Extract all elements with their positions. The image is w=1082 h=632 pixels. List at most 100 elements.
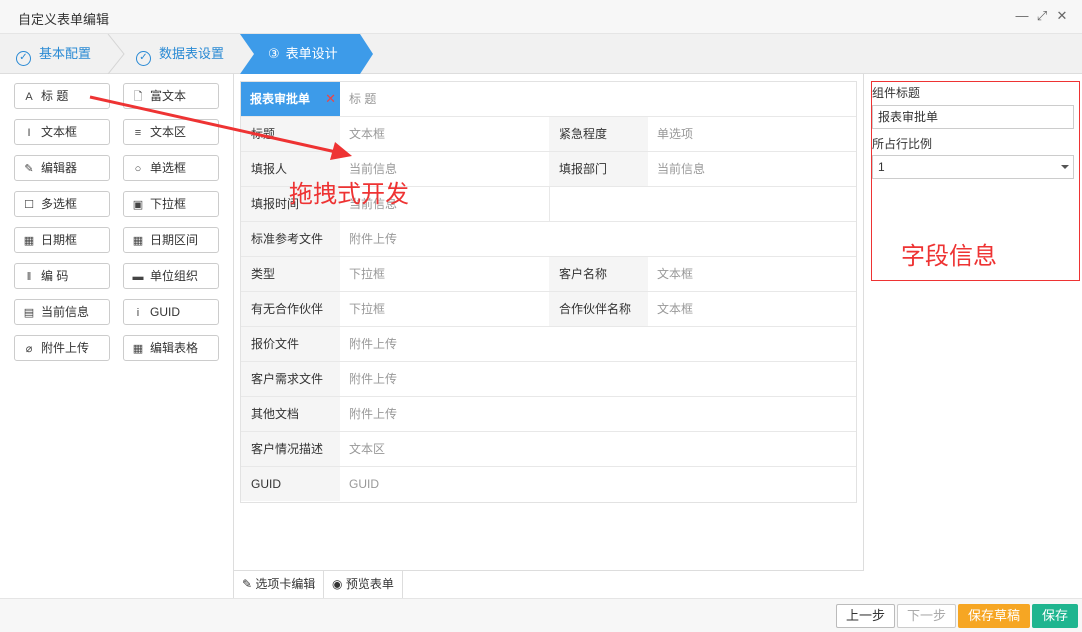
field-label: 标准参考文件 [241, 222, 340, 256]
form-row[interactable]: 标准参考文件 附件上传 [241, 222, 856, 257]
info-card-icon: ▤ [23, 307, 35, 319]
field-info-annotation: 字段信息 [901, 242, 997, 270]
toolbox-item[interactable]: ☐ 多选框 [14, 191, 110, 217]
selected-form-title[interactable]: 报表审批单 ✕ [241, 82, 340, 116]
next-step-button[interactable]: 下一步 [897, 604, 957, 628]
field-label: 报价文件 [241, 327, 340, 361]
toolbox-item[interactable]: ○ 单选框 [123, 155, 219, 181]
toolbox-item[interactable]: ≡ 文本区 [123, 119, 219, 145]
step-basic-config[interactable]: ✓ 基本配置 [16, 34, 91, 74]
field-control-placeholder[interactable]: 文本框 [340, 117, 549, 151]
tab-preview-form[interactable]: ◉ 预览表单 [324, 571, 403, 598]
field-control-placeholder[interactable]: GUID [340, 467, 858, 501]
toolbox-item-label: 富文本 [150, 89, 187, 103]
ratio-label: 所占行比例 [872, 137, 933, 151]
toolbox-item[interactable]: ▣ 下拉框 [123, 191, 219, 217]
field-control-placeholder[interactable]: 附件上传 [340, 397, 858, 431]
form-row[interactable]: 客户需求文件 附件上传 [241, 362, 856, 397]
step-active-arrow [360, 34, 373, 74]
edit-icon: ✎ [242, 577, 253, 591]
form-grid: 报表审批单 ✕ 标 题 标题 文本框 紧急程度 单选项 填报人 当前信息 填报部门 当前信息填… [240, 81, 857, 503]
radio-icon: ○ [134, 163, 142, 175]
eye-icon: ◉ [332, 577, 343, 591]
field-label: 其他文档 [241, 397, 340, 431]
toolbox-item[interactable]: ▦ 日期框 [14, 227, 110, 253]
step-label: 表单设计 [285, 46, 338, 61]
form-row[interactable]: 其他文档 附件上传 [241, 397, 856, 432]
remove-icon[interactable]: ✕ [325, 82, 336, 116]
field-control-placeholder[interactable]: 单选项 [648, 117, 857, 151]
step-datatable-settings[interactable]: ✓ 数据表设置 [136, 34, 224, 74]
paperclip-icon: ⌀ [25, 343, 33, 355]
form-row[interactable]: 类型 下拉框 客户名称 文本框 [241, 257, 856, 292]
toolbox-item[interactable]: A标 题 [14, 83, 110, 109]
toolbox-item-label: 编 码 [41, 269, 69, 283]
field-control-placeholder[interactable]: 文本区 [340, 432, 858, 466]
step-number: ③ [268, 46, 280, 61]
field-control-placeholder[interactable]: 文本框 [648, 292, 857, 326]
save-draft-button[interactable]: 保存草稿 [958, 604, 1031, 628]
toolbox-item-label: 编辑表格 [150, 341, 199, 355]
check-circle-icon: ✓ [136, 51, 151, 66]
field-control-placeholder[interactable]: 下拉框 [340, 257, 549, 291]
close-icon[interactable]: ✕ [1054, 8, 1070, 24]
toolbox-item[interactable]: 🗋 富文本 [123, 83, 219, 109]
field-label: 客户名称 [549, 257, 648, 291]
wizard-stepbar: ✓ 基本配置 ✓ 数据表设置 ③ 表单设计 [0, 34, 1082, 74]
properties-panel: 组件标题 报表审批单 所占行比例 1 字段信息 [865, 74, 1082, 598]
component-title-label: 组件标题 [872, 86, 921, 100]
toolbox-item[interactable]: ▦ 日期区间 [123, 227, 219, 253]
prev-step-button[interactable]: 上一步 [836, 604, 896, 628]
tab-label: 选项卡编辑 [255, 577, 316, 591]
dialog-footer: 上一步 下一步 保存草稿 保存 [0, 598, 1082, 632]
form-title-row[interactable]: 报表审批单 ✕ 标 题 [241, 82, 856, 117]
step-label: 数据表设置 [159, 46, 225, 61]
dropdown-icon: ▣ [132, 199, 144, 211]
toolbox-item-label: 附件上传 [41, 341, 90, 355]
italic-cursor-icon: I [27, 127, 31, 139]
toolbox-item[interactable]: ⌀ 附件上传 [14, 335, 110, 361]
field-control-placeholder[interactable]: 附件上传 [340, 362, 858, 396]
form-row[interactable]: 报价文件 附件上传 [241, 327, 856, 362]
maximize-icon[interactable]: ⤢ [1034, 8, 1050, 24]
form-row[interactable]: GUID GUID [241, 467, 856, 502]
toolbox-item-label: 日期框 [41, 233, 78, 247]
field-control-placeholder[interactable]: 文本框 [648, 257, 857, 291]
form-row[interactable]: 标题 文本框 紧急程度 单选项 [241, 117, 856, 152]
form-row[interactable]: 客户情况描述 文本区 [241, 432, 856, 467]
toolbox-item[interactable]: ▬ 单位组织 [123, 263, 219, 289]
toolbox-item[interactable]: ‖ 编 码 [14, 263, 110, 289]
checkbox-icon: ☐ [24, 199, 34, 211]
step-form-design[interactable]: ③ 表单设计 [240, 34, 360, 74]
field-control-placeholder[interactable]: 附件上传 [340, 222, 858, 256]
form-row[interactable]: 有无合作伙伴 下拉框 合作伙伴名称 文本框 [241, 292, 856, 327]
toolbox-item-label: 单位组织 [150, 269, 199, 283]
field-control-placeholder[interactable]: 下拉框 [340, 292, 549, 326]
toolbox-item[interactable]: ✎ 编辑器 [14, 155, 110, 181]
field-control-placeholder[interactable]: 附件上传 [340, 327, 858, 361]
ratio-select[interactable]: 1 [872, 155, 1074, 179]
tab-label: 预览表单 [345, 577, 394, 591]
title-placeholder: 标 题 [349, 92, 377, 106]
empty-cell[interactable] [549, 187, 858, 221]
organization-icon: ▬ [132, 271, 144, 283]
toolbox-item-label: 多选框 [41, 197, 78, 211]
lines-icon: ≡ [134, 127, 142, 139]
window-title: 自定义表单编辑 [18, 12, 110, 27]
toolbox-item-label: 当前信息 [41, 305, 90, 319]
ratio-select-value: 1 [878, 160, 885, 174]
toolbox-item-label: 文本框 [41, 125, 78, 139]
barcode-icon: ‖ [26, 271, 32, 283]
toolbox-item[interactable]: ▤ 当前信息 [14, 299, 110, 325]
field-control-placeholder[interactable]: 当前信息 [648, 152, 857, 186]
toolbox-item-label: 下拉框 [150, 197, 187, 211]
toolbox-item[interactable]: I 文本框 [14, 119, 110, 145]
tab-tab-edit[interactable]: ✎ 选项卡编辑 [234, 571, 325, 598]
toolbox-item[interactable]: i GUID [123, 299, 219, 325]
minimize-icon[interactable]: — [1014, 8, 1030, 24]
component-title-input[interactable]: 报表审批单 [872, 105, 1074, 129]
toolbox-item[interactable]: ▦ 编辑表格 [123, 335, 219, 361]
calendar-icon: ▦ [23, 235, 35, 247]
save-button[interactable]: 保存 [1032, 604, 1079, 628]
window-titlebar: 自定义表单编辑 — ⤢ ✕ [0, 0, 1082, 34]
